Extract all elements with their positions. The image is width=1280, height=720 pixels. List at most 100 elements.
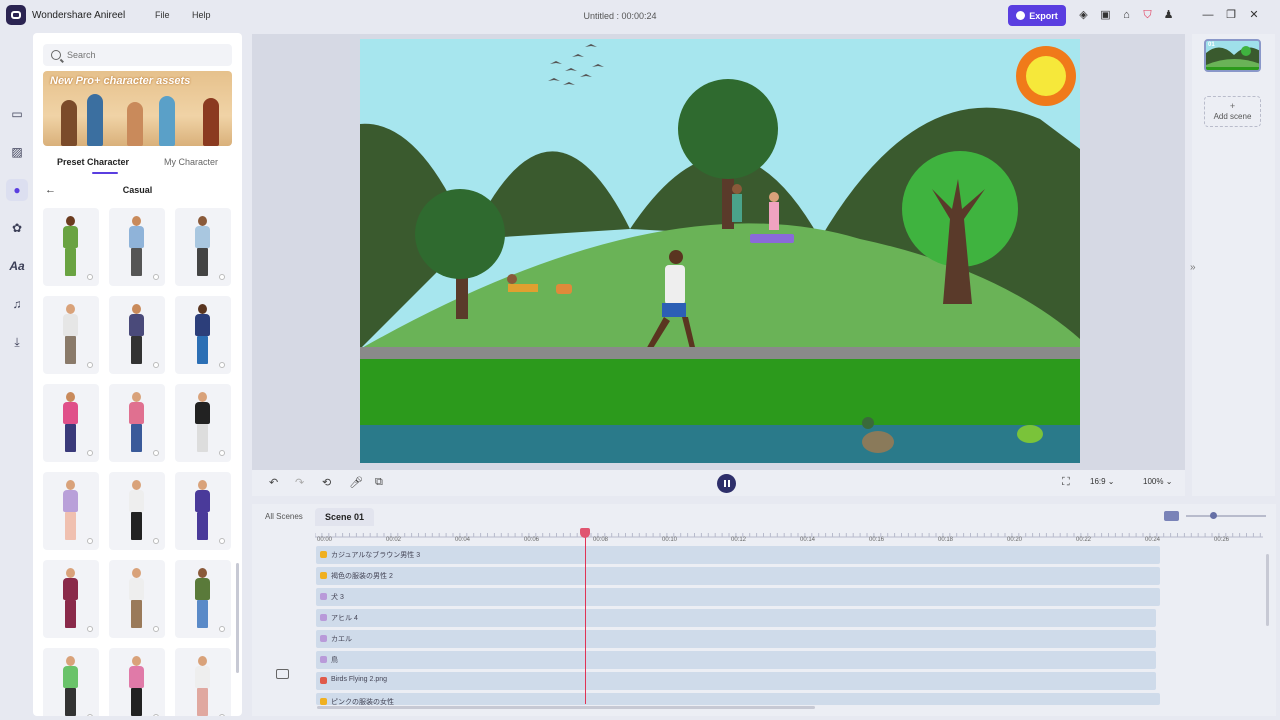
tick-label: 00:22 xyxy=(1076,537,1092,543)
preview-panel: ↶ ↷ ⟲ 🎤︎ ⧉ ⛶ 16:9 ⌄ 100% ⌄ xyxy=(252,34,1185,496)
scene-icon[interactable]: ▨ xyxy=(6,141,28,163)
add-scene-button[interactable]: + Add scene xyxy=(1204,96,1261,127)
tick-label: 00:10 xyxy=(662,537,678,543)
character-card[interactable] xyxy=(43,560,99,638)
cart-icon[interactable]: ⛉ xyxy=(1141,9,1154,22)
search-icon xyxy=(51,50,61,60)
preview-toolbar: ↶ ↷ ⟲ 🎤︎ ⧉ ⛶ 16:9 ⌄ 100% ⌄ xyxy=(252,470,1185,496)
banner-figure xyxy=(87,94,103,146)
library-tabs: Preset Character My Character xyxy=(43,155,232,175)
export-button[interactable]: Export xyxy=(1008,5,1066,26)
timeline-vertical-scrollbar[interactable] xyxy=(1266,554,1269,626)
import-icon[interactable]: ⤓ xyxy=(6,331,28,353)
character-card[interactable] xyxy=(175,648,231,716)
timeline-zoom-slider[interactable] xyxy=(1186,512,1266,519)
timeline-horizontal-scrollbar[interactable] xyxy=(317,706,815,709)
search-input[interactable] xyxy=(67,50,217,60)
playhead[interactable] xyxy=(580,528,590,704)
sitting-man-figure xyxy=(732,184,742,222)
minimize-button[interactable]: — xyxy=(1201,8,1215,22)
character-card[interactable] xyxy=(109,208,165,286)
film-icon[interactable] xyxy=(276,669,289,679)
character-card[interactable] xyxy=(43,296,99,374)
tab-preset-character[interactable]: Preset Character xyxy=(57,157,129,167)
text-icon[interactable]: Aa xyxy=(6,255,28,277)
record-icon[interactable]: ⧉ xyxy=(375,476,383,489)
character-card[interactable] xyxy=(175,208,231,286)
active-tab-indicator xyxy=(92,172,118,174)
library-scrollbar[interactable] xyxy=(236,563,239,673)
plus-icon: + xyxy=(1229,101,1236,111)
pause-button[interactable] xyxy=(717,474,736,493)
tick-label: 00:06 xyxy=(524,537,540,543)
playhead-handle[interactable] xyxy=(580,528,590,538)
character-card[interactable] xyxy=(175,296,231,374)
user-icon[interactable]: ♟ xyxy=(1162,9,1175,22)
search-box[interactable] xyxy=(43,44,232,66)
timeline-track[interactable]: Birds Flying 2.png xyxy=(316,672,1156,690)
undo-icon[interactable]: ↶ xyxy=(269,476,278,489)
restore-button[interactable]: ❐ xyxy=(1224,8,1238,22)
track-label: カエル xyxy=(331,636,352,643)
fit-timeline-icon[interactable] xyxy=(1164,511,1179,521)
timeline-track[interactable]: カジュアルなブラウン男性 3 xyxy=(316,546,1160,564)
character-card[interactable] xyxy=(109,648,165,716)
chevron-right-icon[interactable]: » xyxy=(1190,262,1196,273)
track-label: 鳥 xyxy=(331,657,338,664)
redo-icon[interactable]: ↷ xyxy=(295,476,304,489)
character-icon xyxy=(320,698,327,705)
character-card[interactable] xyxy=(175,560,231,638)
frog-figure xyxy=(1017,425,1043,443)
timeline-track[interactable]: カエル xyxy=(316,630,1156,648)
tick-label: 00:18 xyxy=(938,537,954,543)
banner-figure xyxy=(203,98,219,146)
character-card[interactable] xyxy=(175,384,231,462)
timeline-track[interactable]: 鳥 xyxy=(316,651,1156,669)
tab-my-character[interactable]: My Character xyxy=(164,157,218,167)
tab-scene-01[interactable]: Scene 01 xyxy=(315,508,375,526)
time-ruler[interactable]: 00:00 00:02 00:04 00:06 00:08 00:10 00:1… xyxy=(315,528,1263,543)
home-icon[interactable]: ⌂ xyxy=(1120,9,1133,22)
title-bar: Wondershare Anireel File Help Untitled :… xyxy=(0,0,1280,32)
yoga-woman-figure xyxy=(769,192,779,230)
character-card[interactable] xyxy=(109,560,165,638)
microphone-icon[interactable]: 🎤︎ xyxy=(349,476,363,489)
timeline-track[interactable]: 犬 3 xyxy=(316,588,1160,606)
cube-icon[interactable]: ◈ xyxy=(1077,9,1090,22)
timeline-track[interactable]: ピンクの服装の女性 xyxy=(316,693,1160,705)
track-label: Birds Flying 2.png xyxy=(331,676,388,683)
save-icon[interactable]: ▣ xyxy=(1099,9,1112,22)
reset-icon[interactable]: ⟲ xyxy=(322,476,331,489)
promo-banner[interactable]: New Pro+ character assets xyxy=(43,71,232,146)
banner-figure xyxy=(61,100,77,146)
tick-label: 00:08 xyxy=(593,537,609,543)
character-card[interactable] xyxy=(109,296,165,374)
music-icon[interactable]: ♫ xyxy=(6,293,28,315)
tick-label: 00:24 xyxy=(1145,537,1161,543)
close-button[interactable]: ✕ xyxy=(1247,8,1261,22)
tab-all-scenes[interactable]: All Scenes xyxy=(255,508,313,525)
character-icon[interactable]: ● xyxy=(6,179,28,201)
character-card[interactable] xyxy=(43,648,99,716)
aspect-ratio-select[interactable]: 16:9 ⌄ xyxy=(1090,477,1115,486)
scene-canvas[interactable] xyxy=(360,39,1080,463)
character-card[interactable] xyxy=(109,384,165,462)
props-icon[interactable]: ✿ xyxy=(6,217,28,239)
character-card[interactable] xyxy=(109,472,165,550)
zoom-select[interactable]: 100% ⌄ xyxy=(1143,477,1172,486)
character-card[interactable] xyxy=(43,384,99,462)
prop-icon xyxy=(320,656,327,663)
tick-label: 00:20 xyxy=(1007,537,1023,543)
template-icon[interactable]: ▭ xyxy=(6,103,28,125)
fullscreen-icon[interactable]: ⛶ xyxy=(1062,476,1070,489)
image-icon xyxy=(320,677,327,684)
timeline-track[interactable]: アヒル 4 xyxy=(316,609,1156,627)
dog-figure xyxy=(556,284,572,294)
character-card[interactable] xyxy=(43,472,99,550)
tick-label: 00:02 xyxy=(386,537,402,543)
zoom-slider-knob[interactable] xyxy=(1210,512,1217,519)
timeline-track[interactable]: 褐色の服装の男性 2 xyxy=(316,567,1160,585)
scene-thumbnail[interactable]: 01 xyxy=(1204,39,1261,72)
character-card[interactable] xyxy=(175,472,231,550)
character-card[interactable] xyxy=(43,208,99,286)
